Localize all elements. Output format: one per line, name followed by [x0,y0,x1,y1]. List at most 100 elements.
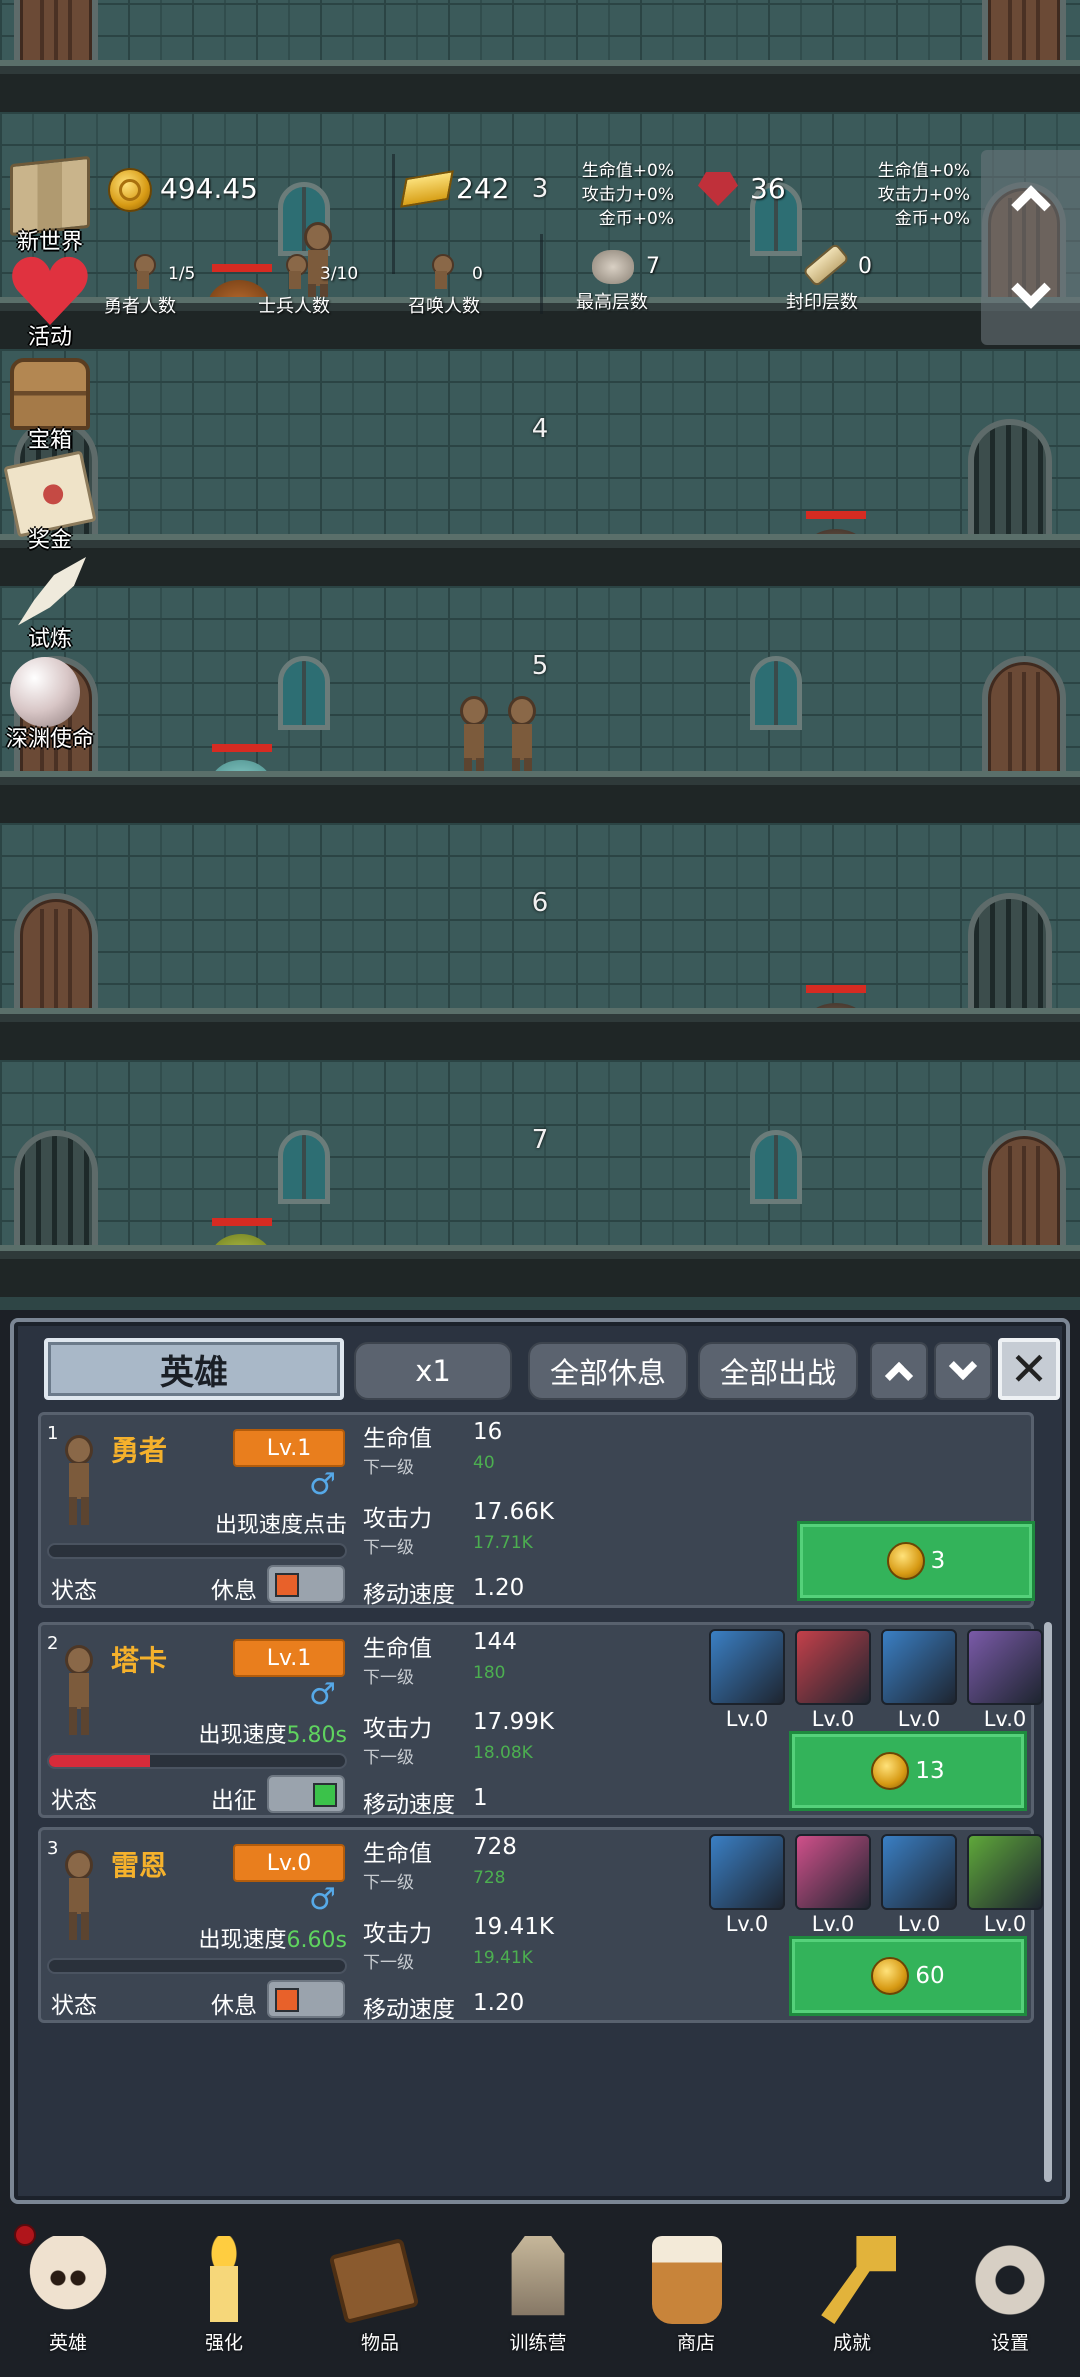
gem-amount: 36 [750,172,786,205]
bonus-gold: 金币+0% [894,209,970,229]
floor-up-button[interactable] [981,150,1080,246]
armor-icon[interactable] [709,1629,785,1705]
hero-name: 勇者 [111,1434,168,1467]
sort-up-button[interactable] [870,1342,928,1400]
shield-icon[interactable] [709,1834,785,1910]
nav-settings[interactable]: 设置 [942,2220,1078,2370]
upgrade-button[interactable]: 60 [789,1936,1027,2016]
speed-label: 移动速度 [363,1792,455,1818]
nav-label: 成就 [832,2332,871,2354]
rest-all-button[interactable]: 全部休息 [528,1342,688,1400]
book-icon [328,2237,420,2325]
crossbow-icon[interactable] [967,1629,1043,1705]
nav-label: 训练营 [509,2332,567,2354]
hp-next-value: 180 [473,1663,506,1683]
hero-count-icon [130,254,156,290]
side-menu-trial[interactable]: 试炼 [0,557,100,652]
gear-icon [966,2236,1054,2324]
deploy-all-button[interactable]: 全部出战 [698,1342,858,1400]
pearl-icon [10,657,80,727]
close-button[interactable]: ✕ [998,1338,1060,1400]
candle-icon [180,2236,268,2324]
sword-icon[interactable] [795,1834,871,1910]
boots-icon[interactable] [881,1629,957,1705]
nav-label: 设置 [990,2332,1029,2354]
door [982,656,1066,786]
max-floor: 7 [646,254,660,279]
side-menu-label: 活动 [27,325,72,350]
hero-portrait [61,1435,101,1545]
speed-label: 移动速度 [363,1582,455,1608]
hp-value: 728 [473,1834,517,1860]
multiplier-button[interactable]: x1 [354,1342,512,1400]
atk-value: 19.41K [473,1914,554,1940]
hp-value: 16 [473,1419,503,1445]
equip-level: Lv.0 [983,1912,1027,1936]
side-menu-chest[interactable]: 宝箱 [0,358,100,453]
floor-down-button[interactable] [981,248,1080,344]
upgrade-cost: 13 [915,1758,945,1784]
hero-card[interactable]: 1 勇者 Lv.1 ♂ 出现速度点击 状态 休息 生命值 16 下一级 40 攻… [38,1412,1035,1611]
panel-scrollbar[interactable] [1044,1622,1052,2182]
hero-name: 塔卡 [111,1644,168,1677]
side-menu-bonus[interactable]: 奖金 [0,450,100,553]
enemy-health-bar [212,1218,272,1226]
side-menu-abyss-mission[interactable]: 深渊使命 [0,657,100,752]
upgrade-button[interactable]: 3 [797,1521,1035,1601]
window [750,1130,802,1204]
toggle-knob [313,1783,337,1807]
sort-down-button[interactable] [934,1342,992,1400]
nav-training-camp[interactable]: 训练营 [470,2220,606,2370]
nav-enhance[interactable]: 强化 [156,2220,292,2370]
key-icon [821,2236,896,2324]
floor-5: 5 [0,586,1080,823]
atk-label: 攻击力 [363,1921,432,1947]
side-menu-event[interactable]: 活动 [0,255,100,350]
side-menu-label: 试炼 [27,627,72,652]
bonus-atk: 攻击力+0% [877,185,970,205]
nav-items[interactable]: 物品 [312,2220,448,2370]
boots-icon[interactable] [881,1834,957,1910]
gate [968,893,1052,1023]
hero-card[interactable]: 3 雷恩 Lv.0 ♂ 出现速度6.60s 状态 休息 生命值 728 下一级 … [38,1827,1043,2023]
floor-number: 4 [531,414,549,444]
chevron-up-icon [884,1361,914,1391]
deploy-toggle[interactable] [267,1565,345,1603]
spawn-speed[interactable]: 出现速度点击 [151,1507,347,1539]
side-menu-new-world[interactable]: 新世界 [0,155,100,255]
speed-label: 移动速度 [363,1997,455,2023]
max-floor-label: 最高层数 [576,292,648,313]
hero-card[interactable]: 2 塔卡 Lv.1 ♂ 出现速度5.80s 状态 出征 生命值 144 下一级 … [38,1622,1043,1818]
chest-icon [10,358,90,430]
nav-achievements[interactable]: 成就 [784,2220,920,2370]
equip-level: Lv.0 [897,1707,941,1731]
spawn-progress-fill [49,1755,150,1767]
resource-hud: 494.45 242 生命值+0% 攻击力+0% 金币+0% 36 生命值+0%… [0,150,1080,330]
nav-heroes[interactable]: 英雄 [0,2220,136,2370]
toggle-knob [275,1988,299,2012]
side-menu-label: 宝箱 [27,428,72,453]
nav-shop[interactable]: 商店 [628,2220,764,2370]
tab-heroes[interactable]: 英雄 [44,1338,344,1400]
hero-portrait [61,1645,101,1755]
axe-icon[interactable] [795,1629,871,1705]
deploy-toggle[interactable] [267,1980,345,2018]
coin-icon [108,168,152,212]
status-label: 状态 [51,1578,97,1604]
hero-level-badge: Lv.1 [233,1639,345,1677]
door [14,893,98,1023]
toggle-knob [275,1573,299,1597]
gold-bar-amount: 242 [456,172,510,205]
bonus-atk: 攻击力+0% [581,185,674,205]
status-label: 状态 [51,1993,97,2019]
hero-stats: 生命值 16 下一级 40 攻击力 17.66K 下一级 17.71K 移动速度… [363,1415,723,1611]
deploy-toggle[interactable] [267,1775,345,1813]
equip-level: Lv.0 [811,1912,855,1936]
gloves-icon[interactable] [967,1834,1043,1910]
sealed-floor-label: 封印层数 [786,292,858,313]
equip-level: Lv.0 [897,1912,941,1936]
heart-icon [10,255,90,327]
hero-panel: 英雄 x1 全部休息 全部出战 ✕ 1 勇者 Lv.1 ♂ 出现速度点击 状态 … [10,1318,1070,2204]
upgrade-button[interactable]: 13 [789,1731,1027,1811]
spawn-progress-bar [47,1543,347,1559]
